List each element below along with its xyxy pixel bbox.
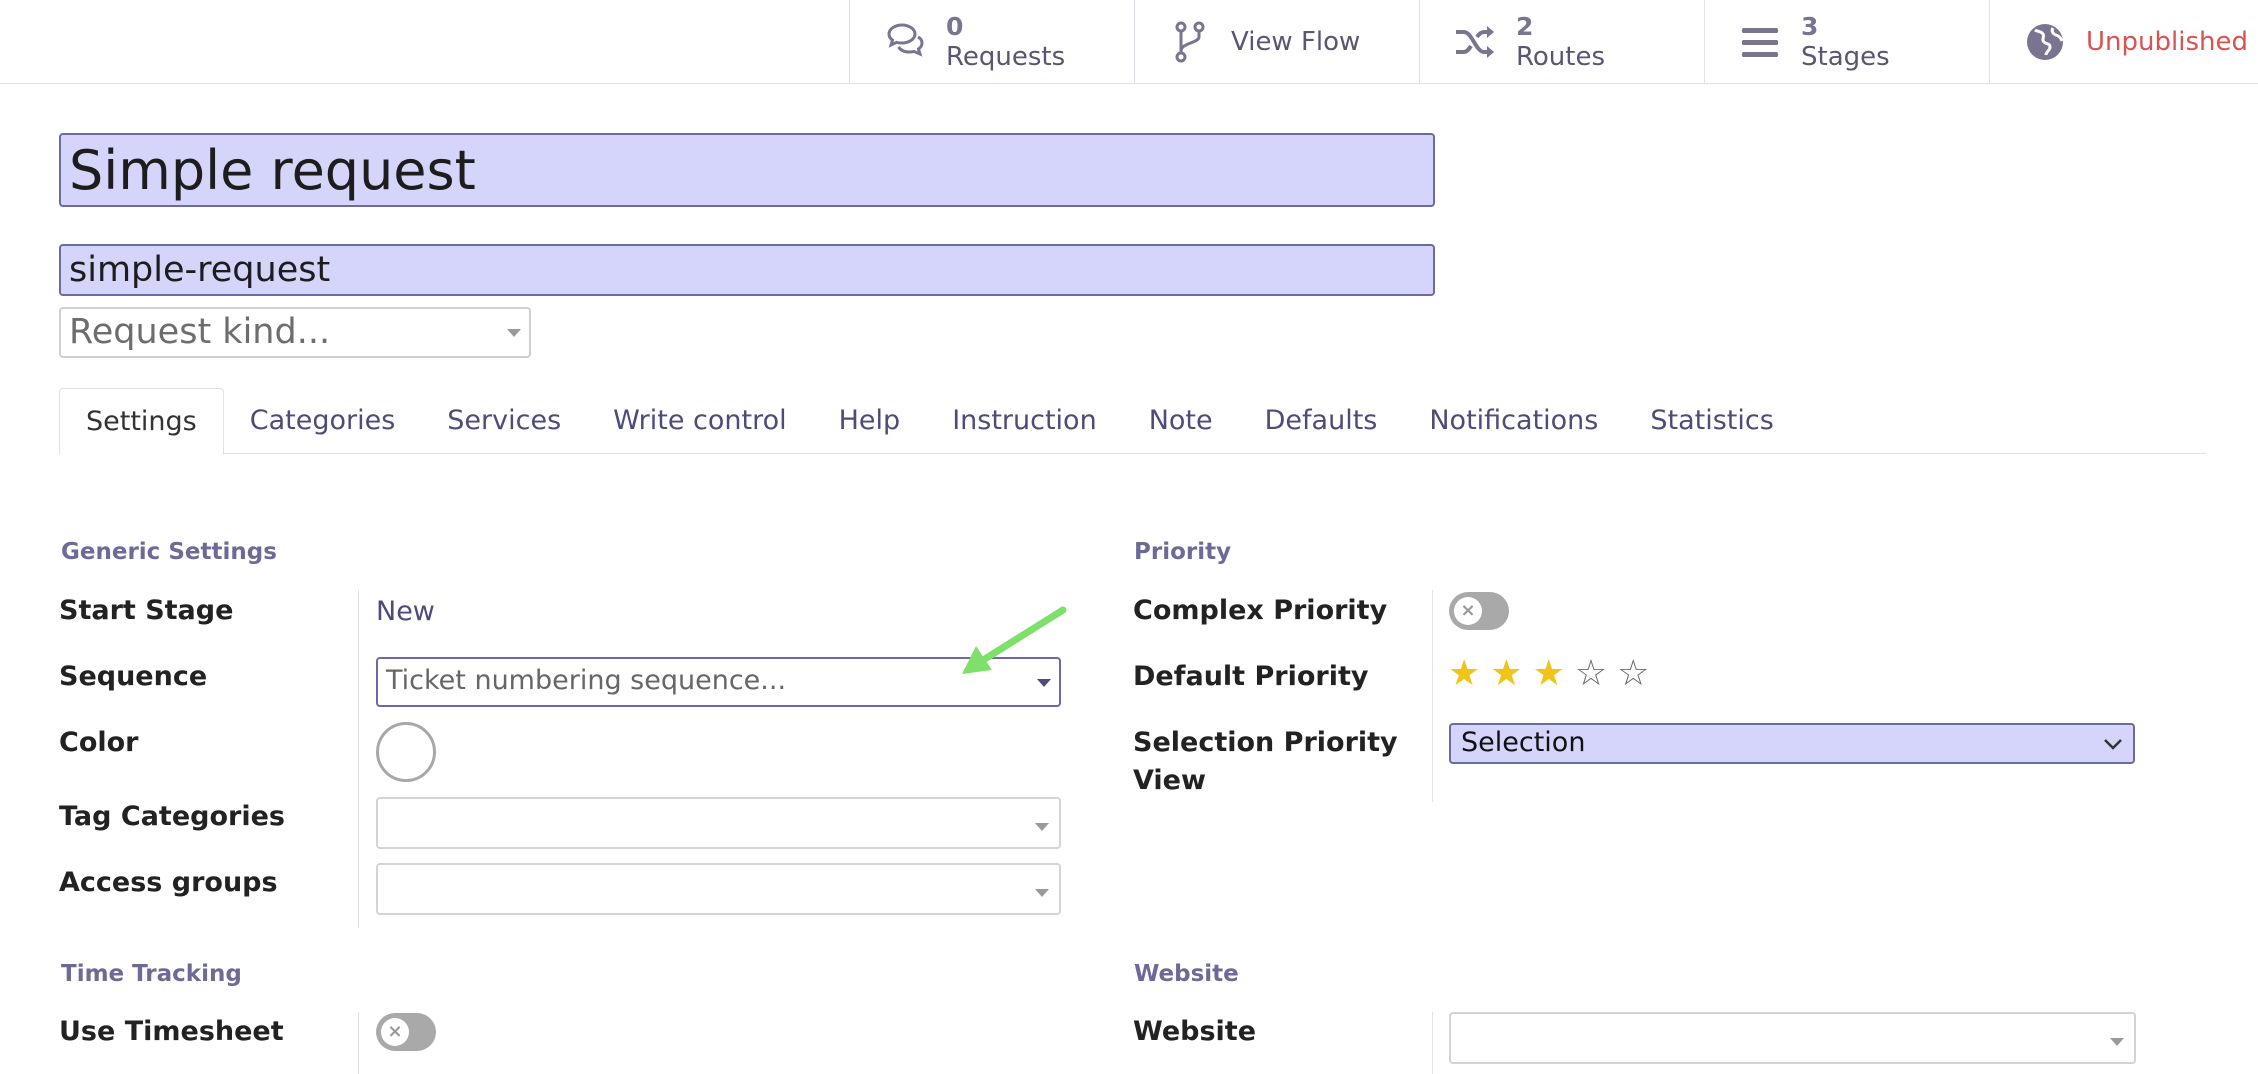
stages-button[interactable]: 3 Stages — [1704, 0, 1989, 84]
request-kind-select[interactable]: Request kind... — [59, 307, 531, 358]
tab-services[interactable]: Services — [421, 388, 587, 453]
request-type-code-input[interactable]: simple-request — [59, 244, 1435, 296]
request-type-name-input[interactable]: Simple request — [59, 133, 1435, 207]
star-filled-icon[interactable]: ★ — [1533, 656, 1565, 692]
complex-priority-label: Complex Priority — [1133, 595, 1388, 626]
tab-help[interactable]: Help — [813, 388, 927, 453]
chevron-down-icon — [1035, 889, 1049, 897]
selection-priority-view-select[interactable]: Selection — [1449, 723, 2135, 764]
bars-icon — [1737, 19, 1783, 65]
tab-settings[interactable]: Settings — [59, 388, 224, 455]
selection-priority-view-value: Selection — [1461, 727, 1586, 758]
tab-defaults[interactable]: Defaults — [1239, 388, 1404, 453]
close-icon: × — [1454, 597, 1482, 625]
requests-button[interactable]: 0 Requests — [849, 0, 1134, 84]
comments-icon — [882, 19, 928, 65]
chevron-down-icon — [1035, 823, 1049, 831]
requests-label: Requests — [946, 42, 1066, 72]
website-divider — [1432, 1012, 1433, 1074]
selection-priority-view-label-line1: Selection Priority — [1133, 727, 1398, 758]
close-icon: × — [381, 1018, 409, 1046]
chevron-down-icon — [2110, 1038, 2124, 1046]
generic-settings-title: Generic Settings — [61, 539, 277, 565]
selection-priority-view-label: Selection Priority View — [1133, 724, 1398, 800]
star-filled-icon[interactable]: ★ — [1448, 656, 1480, 692]
chevron-down-icon — [1037, 679, 1051, 687]
routes-label: Routes — [1516, 42, 1606, 72]
requests-count: 0 — [946, 12, 964, 41]
stages-label: Stages — [1801, 42, 1890, 72]
star-filled-icon[interactable]: ★ — [1490, 656, 1522, 692]
website-label: Website — [1133, 1016, 1257, 1047]
stages-count: 3 — [1801, 12, 1819, 41]
sequence-label: Sequence — [59, 661, 208, 692]
form-tabs: Settings Categories Services Write contr… — [59, 388, 2206, 455]
star-empty-icon[interactable]: ☆ — [1575, 656, 1607, 692]
star-empty-icon[interactable]: ☆ — [1617, 656, 1649, 692]
view-flow-label: View Flow — [1231, 27, 1361, 57]
default-priority-label: Default Priority — [1133, 661, 1369, 692]
random-icon — [1452, 19, 1498, 65]
routes-button[interactable]: 2 Routes — [1419, 0, 1704, 84]
generic-settings-divider — [358, 590, 359, 928]
default-priority-stars: ★ ★ ★ ☆ ☆ — [1448, 656, 1649, 692]
annotation-arrow-icon — [962, 606, 1067, 674]
priority-divider — [1432, 590, 1433, 802]
view-flow-button[interactable]: View Flow — [1134, 0, 1419, 84]
selection-priority-view-label-line2: View — [1133, 765, 1206, 796]
use-timesheet-label: Use Timesheet — [59, 1016, 284, 1047]
tab-instruction[interactable]: Instruction — [926, 388, 1123, 453]
stat-button-box: 0 Requests View Flow 2 Routes 3 Stages U… — [0, 0, 2258, 84]
use-timesheet-toggle[interactable]: × — [376, 1013, 436, 1051]
access-groups-select[interactable] — [376, 863, 1061, 915]
color-label: Color — [59, 727, 139, 758]
routes-count: 2 — [1516, 12, 1534, 41]
start-stage-label: Start Stage — [59, 595, 234, 626]
code-fork-icon — [1167, 19, 1213, 65]
tag-categories-select[interactable] — [376, 797, 1061, 849]
time-tracking-divider — [358, 1012, 359, 1074]
tag-categories-label: Tag Categories — [59, 801, 285, 832]
website-select[interactable] — [1449, 1012, 2136, 1064]
publish-button[interactable]: Unpublished — [1989, 0, 2258, 84]
tab-notifications[interactable]: Notifications — [1403, 388, 1624, 453]
request-kind-placeholder: Request kind... — [69, 312, 331, 352]
priority-title: Priority — [1134, 539, 1232, 565]
chevron-down-icon — [2104, 739, 2122, 750]
tab-write-control[interactable]: Write control — [587, 388, 812, 453]
tab-statistics[interactable]: Statistics — [1624, 388, 1799, 453]
chevron-down-icon — [507, 329, 521, 337]
globe-icon — [2022, 19, 2068, 65]
unpublished-label: Unpublished — [2086, 27, 2248, 57]
tab-categories[interactable]: Categories — [224, 388, 422, 453]
access-groups-label: Access groups — [59, 867, 278, 898]
tab-note[interactable]: Note — [1123, 388, 1239, 453]
complex-priority-toggle[interactable]: × — [1449, 592, 1509, 630]
sequence-placeholder: Ticket numbering sequence... — [386, 665, 787, 696]
time-tracking-title: Time Tracking — [61, 961, 242, 987]
start-stage-link[interactable]: New — [376, 596, 435, 627]
website-title: Website — [1134, 961, 1239, 987]
color-picker[interactable] — [376, 722, 436, 782]
